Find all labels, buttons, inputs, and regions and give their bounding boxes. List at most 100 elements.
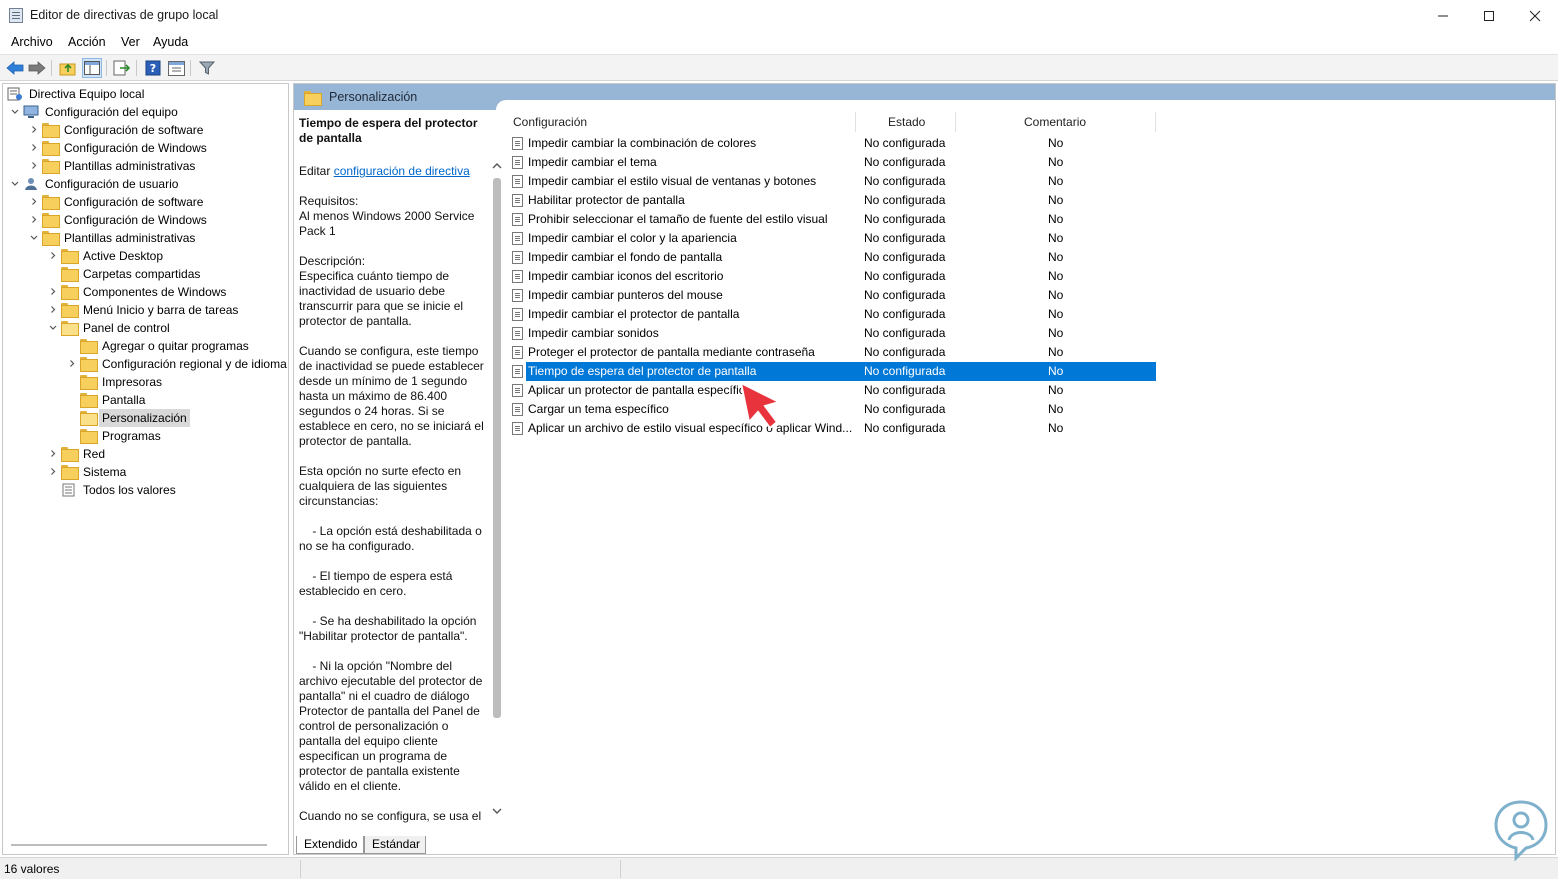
tree-item[interactable]: Componentes de Windows bbox=[3, 283, 288, 301]
chevron-right-icon[interactable] bbox=[66, 355, 78, 373]
folder-icon bbox=[42, 231, 60, 246]
export-list-button[interactable] bbox=[112, 58, 132, 78]
maximize-button[interactable] bbox=[1466, 0, 1512, 31]
description-scrollbar[interactable] bbox=[489, 160, 505, 823]
forward-button[interactable] bbox=[27, 58, 47, 78]
chevron-right-icon[interactable] bbox=[28, 121, 40, 139]
tree-item[interactable]: Agregar o quitar programas bbox=[3, 337, 288, 355]
tree-item[interactable]: Configuración de Windows bbox=[3, 139, 288, 157]
chevron-down-icon[interactable] bbox=[9, 103, 21, 121]
tree-item[interactable]: Configuración de software bbox=[3, 193, 288, 211]
tree-item[interactable]: Plantillas administrativas bbox=[3, 157, 288, 175]
tree-item[interactable]: Panel de control bbox=[3, 319, 288, 337]
setting-row[interactable]: Impedir cambiar sonidos No configurada No bbox=[506, 324, 1156, 343]
chevron-right-icon[interactable] bbox=[28, 157, 40, 175]
column-header-state[interactable]: Estado bbox=[888, 112, 925, 132]
chevron-right-icon[interactable] bbox=[28, 211, 40, 229]
tree-item[interactable]: Todos los valores bbox=[3, 481, 288, 499]
column-header-setting[interactable]: Configuración bbox=[513, 112, 587, 132]
back-button[interactable] bbox=[5, 58, 25, 78]
properties-button[interactable] bbox=[166, 58, 186, 78]
setting-row[interactable]: Impedir cambiar punteros del mouse No con… bbox=[506, 286, 1156, 305]
tree-item[interactable]: Configuración de software bbox=[3, 121, 288, 139]
tree-item[interactable]: Red bbox=[3, 445, 288, 463]
folder-icon bbox=[42, 195, 60, 210]
scroll-down-icon[interactable] bbox=[491, 805, 503, 817]
chevron-right-icon[interactable] bbox=[47, 463, 59, 481]
column-header-comment[interactable]: Comentario bbox=[1024, 112, 1086, 132]
setting-comment: No bbox=[1048, 174, 1064, 188]
setting-row[interactable]: Proteger el protector de pantalla median… bbox=[506, 343, 1156, 362]
chevron-right-icon[interactable] bbox=[47, 301, 59, 319]
setting-row[interactable]: Tiempo de espera del protector de pantal… bbox=[506, 362, 1156, 381]
minimize-button[interactable] bbox=[1420, 0, 1466, 31]
setting-row[interactable]: Impedir cambiar el fondo de pantalla No c… bbox=[506, 248, 1156, 267]
chevron-right-icon[interactable] bbox=[47, 283, 59, 301]
folder-icon bbox=[61, 303, 79, 318]
menu-archivo[interactable]: Archivo bbox=[11, 35, 53, 49]
tree-item[interactable]: Sistema bbox=[3, 463, 288, 481]
setting-row[interactable]: Prohibir seleccionar el tamaño de fuente… bbox=[506, 210, 1156, 229]
tree-item[interactable]: Active Desktop bbox=[3, 247, 288, 265]
tree-horizontal-scrollbar[interactable] bbox=[11, 844, 267, 846]
chevron-down-icon[interactable] bbox=[28, 229, 40, 247]
tree-item[interactable]: Programas bbox=[3, 427, 288, 445]
tree-item[interactable]: Configuración regional y de idioma bbox=[3, 355, 288, 373]
folder-icon bbox=[80, 393, 98, 408]
setting-state: No configurada bbox=[864, 383, 946, 397]
tree-item-label: Configuración regional y de idioma bbox=[102, 357, 287, 371]
scroll-up-icon[interactable] bbox=[491, 160, 503, 172]
setting-row[interactable]: Impedir cambiar iconos del escritorio No … bbox=[506, 267, 1156, 286]
setting-row[interactable]: Aplicar un archivo de estilo visual espe… bbox=[506, 419, 1156, 438]
setting-row[interactable]: Cargar un tema específico No configurada N… bbox=[506, 400, 1156, 419]
setting-row[interactable]: Aplicar un protector de pantalla específ… bbox=[506, 381, 1156, 400]
chevron-down-icon[interactable] bbox=[47, 319, 59, 337]
help-button[interactable]: ? bbox=[143, 58, 163, 78]
tree-item[interactable]: Configuración de Windows bbox=[3, 211, 288, 229]
setting-row[interactable]: Impedir cambiar el estilo visual de vent… bbox=[506, 172, 1156, 191]
tree-item[interactable]: Plantillas administrativas bbox=[3, 229, 288, 247]
tree-item[interactable]: Menú Inicio y barra de tareas bbox=[3, 301, 288, 319]
setting-comment: No bbox=[1048, 231, 1064, 245]
edit-policy-link[interactable]: configuración de directiva bbox=[334, 164, 470, 178]
chevron-right-icon[interactable] bbox=[47, 445, 59, 463]
menu-ver[interactable]: Ver bbox=[121, 35, 140, 49]
chevron-right-icon[interactable] bbox=[28, 193, 40, 211]
folder-icon bbox=[61, 285, 79, 300]
tree-item[interactable]: Configuración de usuario bbox=[3, 175, 288, 193]
tree-item[interactable]: Impresoras bbox=[3, 373, 288, 391]
chevron-right-icon[interactable] bbox=[28, 139, 40, 157]
tree-item[interactable]: Pantalla bbox=[3, 391, 288, 409]
chevron-down-icon[interactable] bbox=[9, 175, 21, 193]
close-button[interactable] bbox=[1512, 0, 1558, 31]
show-hide-tree-button[interactable] bbox=[82, 58, 102, 78]
description-bullet-1: - La opción está deshabilitada o no se h… bbox=[299, 524, 486, 553]
setting-row[interactable]: Habilitar protector de pantalla No config… bbox=[506, 191, 1156, 210]
filter-button[interactable] bbox=[197, 58, 217, 78]
setting-name: Aplicar un protector de pantalla específ… bbox=[528, 383, 752, 397]
setting-name: Impedir cambiar iconos del escritorio bbox=[528, 269, 724, 283]
setting-state: No configurada bbox=[864, 174, 946, 188]
tree-item[interactable]: Carpetas compartidas bbox=[3, 265, 288, 283]
status-bar: 16 valores bbox=[0, 857, 1558, 879]
up-folder-button[interactable] bbox=[58, 58, 78, 78]
filter-icon bbox=[199, 61, 215, 75]
policy-setting-icon bbox=[512, 270, 523, 283]
tree-item-label: Configuración de software bbox=[64, 195, 204, 209]
setting-row[interactable]: Impedir cambiar el tema No configurada No bbox=[506, 153, 1156, 172]
setting-row[interactable]: Impedir cambiar el protector de pantalla… bbox=[506, 305, 1156, 324]
setting-name: Impedir cambiar el fondo de pantalla bbox=[528, 250, 723, 264]
tab-extendido[interactable]: Extendido bbox=[296, 836, 364, 854]
menu-accion[interactable]: Acción bbox=[68, 35, 106, 49]
chevron-right-icon[interactable] bbox=[47, 247, 59, 265]
menu-ayuda[interactable]: Ayuda bbox=[153, 35, 188, 49]
tree-item[interactable]: Directiva Equipo local bbox=[3, 85, 288, 103]
tab-estandar[interactable]: Estándar bbox=[364, 836, 426, 854]
setting-row[interactable]: Impedir cambiar la combinación de colore… bbox=[506, 134, 1156, 153]
setting-row[interactable]: Impedir cambiar el color y la apariencia… bbox=[506, 229, 1156, 248]
tree-item[interactable]: Personalización bbox=[3, 409, 288, 427]
scroll-thumb[interactable] bbox=[493, 178, 501, 718]
policy-setting-icon bbox=[512, 232, 523, 245]
tree-item[interactable]: Configuración del equipo bbox=[3, 103, 288, 121]
header-title: Personalización bbox=[329, 90, 418, 104]
